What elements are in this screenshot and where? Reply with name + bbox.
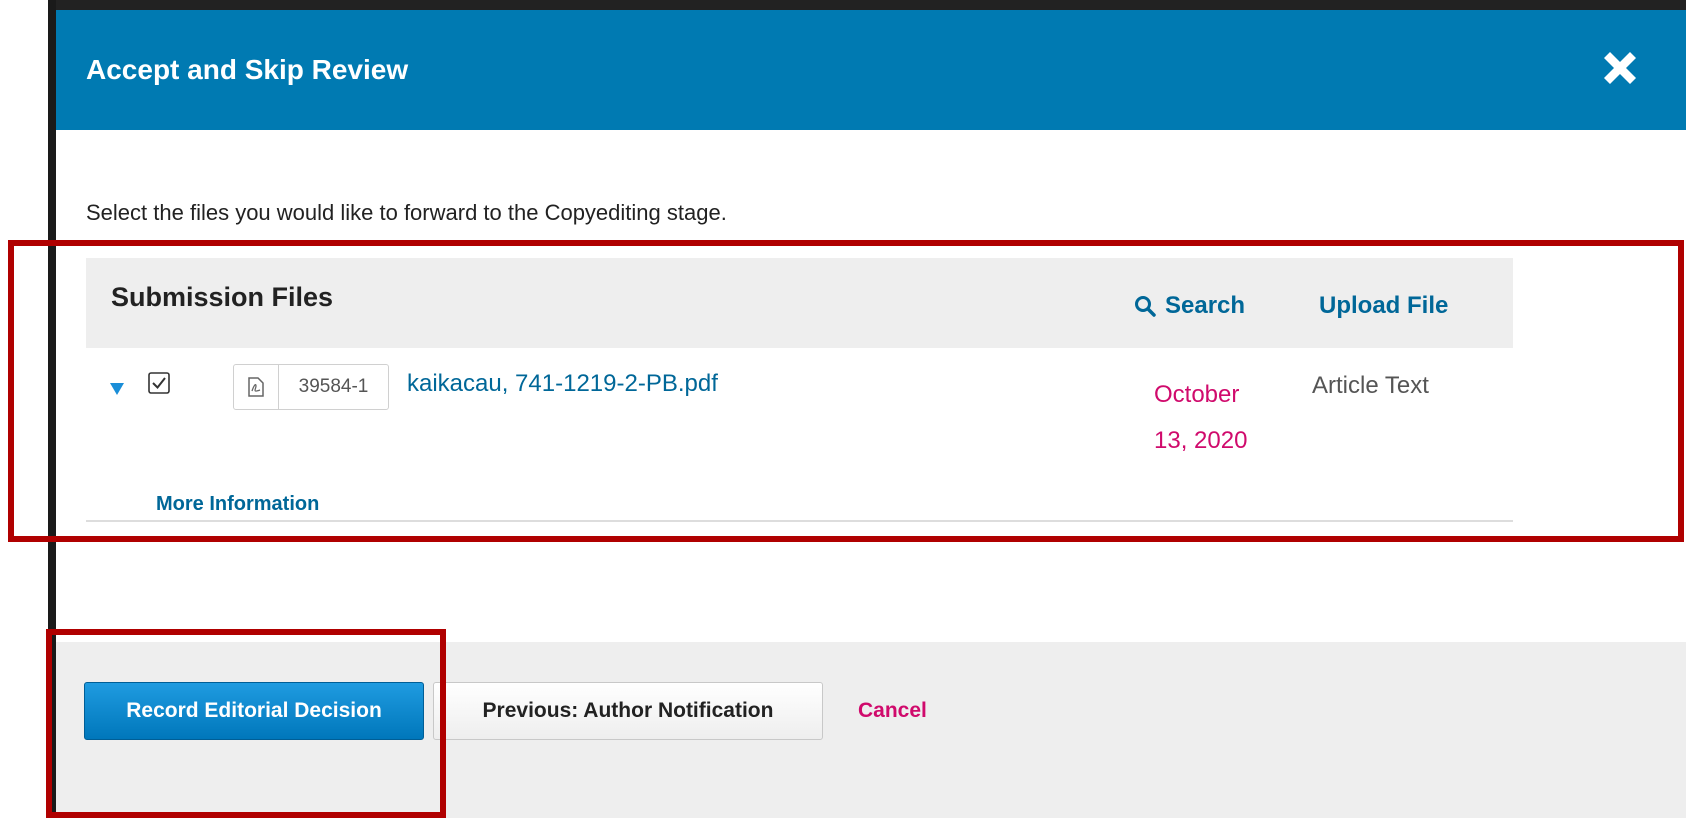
search-icon [1134,295,1156,317]
expand-triangle-icon [110,383,124,395]
file-id: 39584-1 [298,376,369,397]
expand-row-toggle[interactable] [110,383,124,395]
page-backdrop-top [56,0,1686,10]
file-date-line1: October [1154,381,1240,408]
screenshot-stage: Accept and Skip Review Select the files … [0,0,1686,818]
previous-author-notification-button[interactable]: Previous: Author Notification [433,682,823,740]
more-information-link[interactable]: More Information [156,493,319,516]
grid-header: Submission Files Search Upload File [86,258,1513,348]
file-type: Article Text [1312,372,1429,399]
checkbox-checked-icon [148,372,170,394]
page-backdrop [0,0,56,818]
upload-file-link[interactable]: Upload File [1319,292,1448,320]
modal-header: Accept and Skip Review [56,10,1686,130]
cancel-link[interactable]: Cancel [858,699,927,723]
grid-title: Submission Files [111,282,334,312]
close-button[interactable] [1596,44,1644,92]
search-link[interactable]: Search [1134,292,1245,320]
file-select-checkbox[interactable] [148,372,170,394]
instructions-text: Select the files you would like to forwa… [86,200,727,225]
record-editorial-decision-button[interactable]: Record Editorial Decision [84,682,424,740]
submission-files-grid: Submission Files Search Upload File 3958… [86,258,1513,522]
pdf-file-icon [234,365,279,409]
file-date-line2: 13, 2020 [1154,427,1248,454]
modal-dialog: Accept and Skip Review Select the files … [56,10,1686,818]
search-label: Search [1165,292,1246,319]
file-date: October 13, 2020 [1154,372,1264,464]
file-name-link[interactable]: kaikacau, 741-1219-2-PB.pdf [407,370,718,398]
modal-footer: Record Editorial Decision Previous: Auth… [56,642,1686,818]
file-id-badge: 39584-1 [233,364,389,410]
modal-title: Accept and Skip Review [86,54,409,85]
close-icon [1604,52,1636,84]
